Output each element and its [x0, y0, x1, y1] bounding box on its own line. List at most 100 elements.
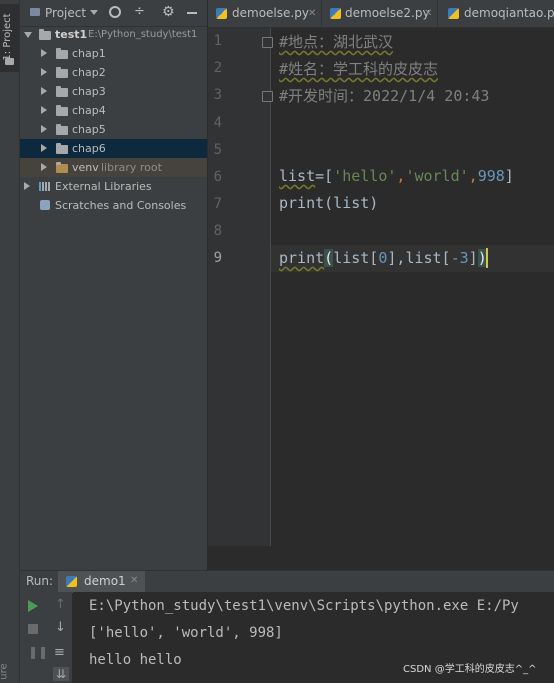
scroll-to-end-icon[interactable]: ⇊: [53, 667, 69, 681]
folder-icon: [56, 48, 68, 59]
expand-arrow-icon[interactable]: [41, 125, 47, 133]
line-number: 4: [213, 115, 222, 131]
bracket: ]: [504, 167, 514, 185]
function-call: print: [279, 249, 325, 267]
code-line-7: print(list): [279, 194, 378, 212]
collapse-all-icon[interactable]: ÷: [134, 4, 145, 19]
folder-label: chap2: [72, 66, 106, 79]
folder-icon: [56, 105, 68, 116]
folder-label: chap3: [72, 85, 106, 98]
rerun-icon[interactable]: [28, 600, 38, 612]
code-text: ],: [387, 249, 406, 267]
expand-arrow-icon[interactable]: [41, 144, 47, 152]
code-line-1: #地点：湖北武汉: [279, 31, 393, 52]
fold-icon[interactable]: [262, 37, 273, 48]
code-line-2: #姓名：学工科的皮皮志: [279, 58, 438, 79]
run-config-tab[interactable]: demo1 ✕: [58, 571, 145, 593]
up-arrow-icon[interactable]: ↑: [55, 597, 69, 612]
comment-text: #地点：湖北武汉: [279, 33, 394, 51]
expand-arrow-icon[interactable]: [24, 182, 30, 190]
tree-root-test1[interactable]: test1 E:\Python_study\test1: [20, 25, 207, 44]
expand-arrow-icon[interactable]: [41, 163, 47, 171]
tree-folder-chap5[interactable]: chap5: [20, 120, 207, 139]
number-literal: -3: [450, 249, 469, 267]
project-view-dropdown-icon[interactable]: [90, 10, 98, 15]
console-line: ['hello', 'world', 998]: [89, 625, 283, 641]
tree-folder-chap6[interactable]: chap6: [20, 139, 207, 158]
tree-folder-chap4[interactable]: chap4: [20, 101, 207, 120]
project-view-title[interactable]: Project: [45, 6, 86, 20]
code-line-3: #开发时间：2022/1/4 20:43: [279, 85, 489, 106]
external-libraries-label: External Libraries: [55, 180, 152, 193]
tree-external-libraries[interactable]: External Libraries: [20, 177, 207, 196]
expand-arrow-icon[interactable]: [41, 49, 47, 57]
code-text: print(list): [279, 194, 379, 212]
python-file-icon: [330, 8, 341, 19]
console-line: hello hello: [89, 652, 182, 668]
code-text: list[: [405, 249, 451, 267]
folder-label: chap4: [72, 104, 106, 117]
fold-icon[interactable]: [262, 91, 273, 102]
tool-window-strip: [0, 0, 20, 683]
root-name: test1: [55, 28, 88, 41]
python-file-icon: [448, 8, 459, 19]
folder-label: chap5: [72, 123, 106, 136]
tab-demoelse[interactable]: demoelse.py ✕: [208, 0, 322, 27]
tree-folder-chap3[interactable]: chap3: [20, 82, 207, 101]
tree-folder-venv[interactable]: venv library root: [20, 158, 207, 177]
folder-label: chap6: [72, 142, 106, 155]
gear-icon[interactable]: ⚙: [162, 4, 175, 20]
folder-icon: [5, 58, 14, 65]
close-icon[interactable]: ✕: [130, 575, 138, 586]
folder-icon: [39, 29, 51, 40]
structure-tool-window-tab[interactable]: ure: [0, 663, 10, 679]
tree-folder-chap1[interactable]: chap1: [20, 44, 207, 63]
code-text: list[: [333, 249, 379, 267]
scratches-icon: [40, 200, 50, 210]
pause-icon[interactable]: ❚❚: [28, 645, 48, 659]
close-icon[interactable]: ✕: [308, 0, 316, 27]
code-text: ]: [468, 249, 478, 267]
code-line-9: print(list[0],list[-3]): [279, 249, 487, 267]
root-path: E:\Python_study\test1: [88, 29, 198, 40]
console-line: E:\Python_study\test1\venv\Scripts\pytho…: [89, 598, 519, 614]
python-file-icon: [66, 576, 77, 587]
identifier: list: [279, 167, 316, 185]
code-line-6: list=['hello','world',998]: [279, 167, 514, 185]
expand-arrow-icon[interactable]: [24, 32, 32, 38]
tab-label: demoelse2.py: [345, 6, 430, 20]
line-number: 2: [213, 60, 222, 76]
tree-folder-chap2[interactable]: chap2: [20, 63, 207, 82]
locate-file-icon[interactable]: [109, 6, 121, 18]
tab-demoelse2[interactable]: demoelse2.py ✕: [322, 0, 438, 27]
line-number: 7: [213, 196, 222, 212]
line-number: 3: [213, 87, 222, 103]
expand-arrow-icon[interactable]: [41, 68, 47, 76]
expand-arrow-icon[interactable]: [41, 106, 47, 114]
tree-scratches[interactable]: Scratches and Consoles: [20, 196, 207, 215]
python-file-icon: [216, 8, 227, 19]
line-number: 6: [213, 169, 222, 185]
run-panel-header: Run: demo1 ✕: [20, 570, 554, 593]
comment-text: #开发时间：2022/1/4 20:43: [279, 87, 490, 105]
string-literal: 'world': [405, 167, 469, 185]
venv-note: library root: [101, 161, 162, 174]
tab-label: demoelse.py: [232, 6, 309, 20]
paren-match: (: [324, 249, 334, 267]
soft-wrap-icon[interactable]: ≡: [54, 645, 68, 660]
tab-demoqiantao[interactable]: demoqiantao.py: [438, 0, 554, 27]
line-number-current: 9: [213, 250, 222, 266]
hide-panel-icon[interactable]: [187, 12, 197, 14]
line-number: 5: [213, 142, 222, 158]
close-icon[interactable]: ✕: [424, 0, 432, 27]
comma: ,: [468, 167, 478, 185]
expand-arrow-icon[interactable]: [41, 87, 47, 95]
library-icon: [39, 182, 41, 191]
down-arrow-icon[interactable]: ↓: [55, 620, 69, 635]
folder-icon: [56, 162, 68, 173]
comment-text: #姓名：学工科的皮皮志: [279, 60, 439, 78]
stop-icon[interactable]: [28, 624, 38, 634]
editor-tabs-bar: demoelse.py ✕ demoelse2.py ✕ demoqiantao…: [208, 0, 554, 28]
line-number-gutter: [208, 28, 271, 546]
run-toolbar: ↑ ↓ ❚❚ ≡ ⇊: [20, 592, 72, 683]
